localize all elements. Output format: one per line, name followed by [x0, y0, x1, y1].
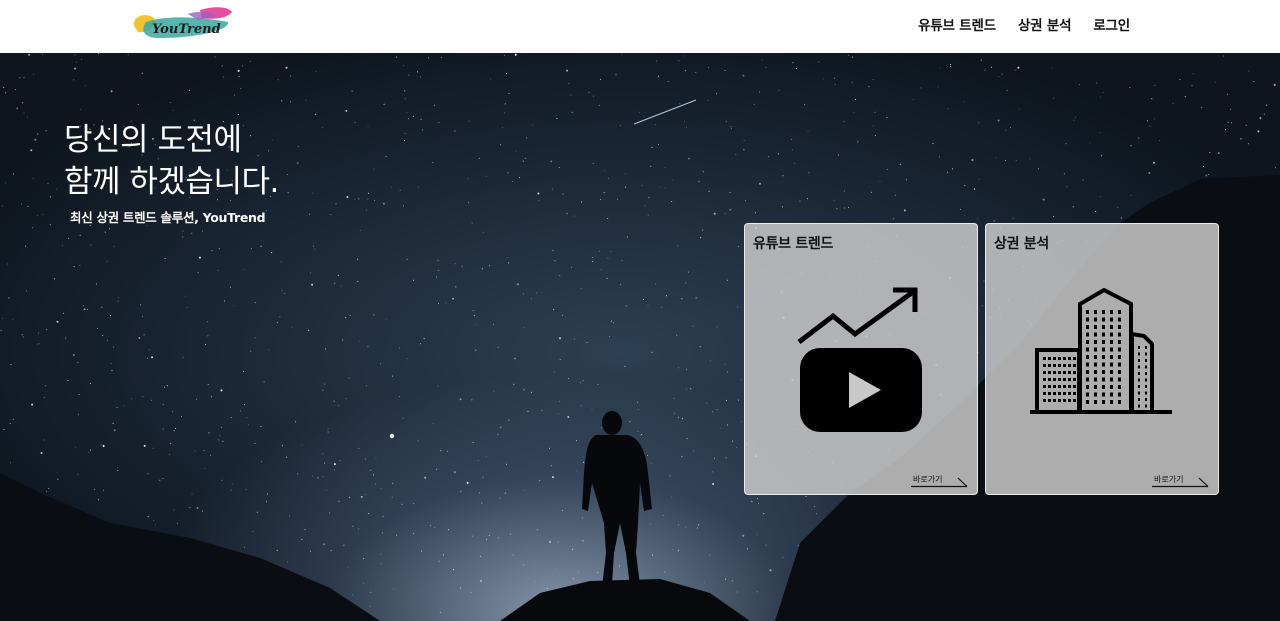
go-link-label: 바로가기 [913, 475, 943, 484]
nav-login[interactable]: 로그인 [1093, 14, 1130, 34]
card-youtube-trend[interactable]: 유튜브 트렌드 바로가기 [744, 223, 978, 495]
youtrend-logo[interactable]: YouTrend [128, 4, 234, 44]
hero-subtitle: 최신 상권 트렌드 솔루션, YouTrend [70, 210, 266, 225]
buildings-icon [1030, 287, 1172, 414]
nav-area-analysis[interactable]: 상권 분석 [1018, 14, 1072, 34]
card-area-analysis[interactable]: 상권 분석 바로가기 [985, 223, 1219, 495]
left-mountain [0, 473, 380, 621]
hero-title-line2: 함께 하겠습니다. [64, 164, 279, 200]
hero-section: 당신의 도전에 함께 하겠습니다. 최신 상권 트렌드 솔루션, YouTren… [0, 53, 1280, 621]
center-rock [500, 579, 750, 621]
svg-text:YouTrend: YouTrend [152, 22, 221, 37]
person-silhouette [582, 411, 652, 587]
hero-title-line1: 당신의 도전에 [64, 122, 242, 158]
site-header: YouTrend 유튜브 트렌드 상권 분석 로그인 [0, 0, 1280, 53]
bright-star [389, 433, 395, 439]
youtube-trend-icon [797, 287, 922, 432]
hero-title: 당신의 도전에 함께 하겠습니다. [64, 119, 279, 203]
card-title-area-analysis: 상권 분석 [994, 236, 1049, 252]
go-link-area-analysis[interactable]: 바로가기 [1152, 474, 1210, 488]
go-link-label: 바로가기 [1154, 475, 1184, 484]
go-link-youtube-trend[interactable]: 바로가기 [911, 474, 969, 488]
nav-youtube-trend[interactable]: 유튜브 트렌드 [918, 14, 996, 34]
card-title-youtube-trend: 유튜브 트렌드 [753, 236, 834, 252]
main-nav: 유튜브 트렌드 상권 분석 로그인 [918, 0, 1130, 47]
shooting-star [633, 99, 697, 125]
